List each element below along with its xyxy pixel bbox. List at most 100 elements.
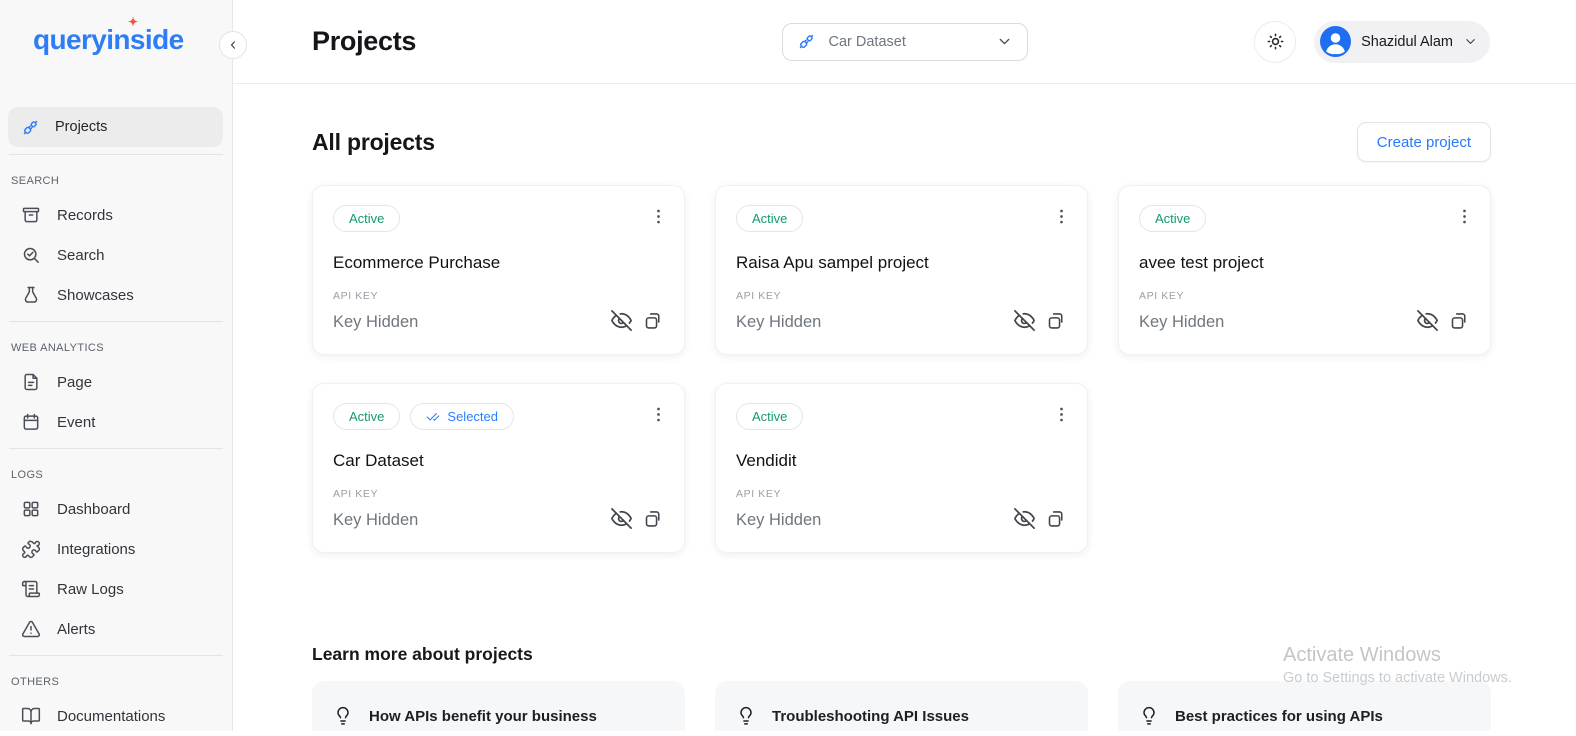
sidebar-item-showcases[interactable]: Showcases — [8, 275, 224, 315]
api-key-value: Key Hidden — [736, 511, 821, 530]
project-title: Ecommerce Purchase — [333, 253, 664, 273]
kebab-icon — [1052, 405, 1071, 424]
status-badge: Active — [736, 403, 803, 430]
toggle-key-visibility-button[interactable] — [1416, 309, 1439, 335]
create-project-button[interactable]: Create project — [1357, 122, 1491, 162]
copy-icon — [643, 310, 664, 331]
learn-card[interactable]: Best practices for using APIs — [1118, 681, 1491, 731]
sidebar-item-dashboard[interactable]: Dashboard — [8, 489, 224, 529]
project-selector-dropdown[interactable]: Car Dataset — [782, 23, 1028, 61]
toggle-key-visibility-button[interactable] — [1013, 507, 1036, 533]
project-badges: Active Selected — [333, 205, 664, 232]
learn-card-label: Best practices for using APIs — [1175, 708, 1383, 725]
eye-off-icon — [1013, 507, 1036, 530]
project-title: Car Dataset — [333, 451, 664, 471]
sidebar-item-label: Event — [57, 414, 95, 431]
project-badges: Active Selected — [333, 403, 664, 430]
toggle-key-visibility-button[interactable] — [610, 507, 633, 533]
sidebar-item-search[interactable]: Search — [8, 235, 224, 275]
project-card: Active Selected Vendidit API KEY Key Hid… — [715, 383, 1088, 553]
status-badge: Active — [333, 403, 400, 430]
api-key-value: Key Hidden — [1139, 313, 1224, 332]
sidebar-divider — [9, 448, 223, 449]
avatar — [1320, 26, 1351, 57]
project-menu-button[interactable] — [1450, 202, 1478, 234]
sidebar-item-page[interactable]: Page — [8, 362, 224, 402]
kebab-icon — [649, 207, 668, 226]
sidebar-item-label: Search — [57, 247, 105, 264]
project-menu-button[interactable] — [1047, 202, 1075, 234]
sidebar-section-label: LOGS — [0, 455, 232, 489]
sidebar-item-label: Showcases — [57, 287, 134, 304]
copy-key-button[interactable] — [1449, 310, 1470, 334]
sidebar-item-label: Records — [57, 207, 113, 224]
projects-grid: Active Selected Ecommerce Purchase API K… — [312, 185, 1491, 553]
copy-icon — [1046, 508, 1067, 529]
sidebar-divider — [9, 321, 223, 322]
page-icon — [21, 372, 41, 392]
toggle-key-visibility-button[interactable] — [610, 309, 633, 335]
sidebar-item-label: Dashboard — [57, 501, 130, 518]
status-badge: Active — [333, 205, 400, 232]
sidebar-collapse-button[interactable] — [219, 31, 247, 59]
documentations-icon — [21, 706, 41, 726]
kebab-icon — [1052, 207, 1071, 226]
api-key-label: API KEY — [333, 488, 664, 500]
plug-icon — [21, 118, 40, 137]
brand-name: queryinside — [33, 24, 184, 55]
project-title: Vendidit — [736, 451, 1067, 471]
project-title: avee test project — [1139, 253, 1470, 273]
copy-icon — [1449, 310, 1470, 331]
copy-key-button[interactable] — [1046, 310, 1067, 334]
copy-icon — [643, 508, 664, 529]
chevron-down-icon — [996, 33, 1013, 50]
sidebar-item-raw-logs[interactable]: Raw Logs — [8, 569, 224, 609]
page-title: Projects — [312, 26, 416, 57]
sidebar-item-projects[interactable]: Projects — [8, 107, 223, 147]
status-badge: Active — [1139, 205, 1206, 232]
sidebar-item-label: Documentations — [57, 708, 165, 725]
bulb-icon — [1139, 706, 1159, 726]
project-title: Raisa Apu sampel project — [736, 253, 1067, 273]
sidebar-item-label: Alerts — [57, 621, 95, 638]
copy-key-button[interactable] — [1046, 508, 1067, 532]
chevron-down-icon — [1463, 34, 1478, 49]
sidebar-divider — [9, 655, 223, 656]
sidebar-item-event[interactable]: Event — [8, 402, 224, 442]
toggle-key-visibility-button[interactable] — [1013, 309, 1036, 335]
sidebar-item-records[interactable]: Records — [8, 195, 224, 235]
header-actions: Shazidul Alam — [1254, 21, 1576, 63]
learn-card-label: Troubleshooting API Issues — [772, 708, 969, 725]
project-menu-button[interactable] — [1047, 400, 1075, 432]
eye-off-icon — [610, 507, 633, 530]
user-menu[interactable]: Shazidul Alam — [1314, 21, 1490, 63]
sidebar-item-label: Integrations — [57, 541, 135, 558]
sidebar-item-integrations[interactable]: Integrations — [8, 529, 224, 569]
sidebar-item-label: Projects — [55, 119, 107, 135]
rawlogs-icon — [21, 579, 41, 599]
copy-key-button[interactable] — [643, 508, 664, 532]
project-badges: Active Selected — [736, 403, 1067, 430]
learn-card[interactable]: How APIs benefit your business — [312, 681, 685, 731]
project-card: Active Selected Ecommerce Purchase API K… — [312, 185, 685, 355]
spark-icon: ✦ — [128, 15, 137, 29]
learn-card[interactable]: Troubleshooting API Issues — [715, 681, 1088, 731]
api-key-value: Key Hidden — [736, 313, 821, 332]
header: Projects Car Dataset Shazidul Alam — [233, 0, 1576, 84]
integrations-icon — [21, 539, 41, 559]
project-badges: Active Selected — [736, 205, 1067, 232]
sidebar-section-label: WEB ANALYTICS — [0, 328, 232, 362]
copy-key-button[interactable] — [643, 310, 664, 334]
project-menu-button[interactable] — [644, 202, 672, 234]
project-card: Active Selected Car Dataset API KEY Key … — [312, 383, 685, 553]
bulb-icon — [736, 706, 756, 726]
learn-card-label: How APIs benefit your business — [369, 708, 597, 725]
sidebar-item-documentations[interactable]: Documentations — [8, 696, 224, 736]
project-menu-button[interactable] — [644, 400, 672, 432]
theme-toggle-button[interactable] — [1254, 21, 1296, 63]
user-name: Shazidul Alam — [1361, 34, 1453, 50]
sun-icon — [1265, 31, 1286, 52]
sidebar-item-label: Raw Logs — [57, 581, 124, 598]
sidebar-item-alerts[interactable]: Alerts — [8, 609, 224, 649]
sidebar: ✦ queryinside Projects SEARCHRecordsSear… — [0, 0, 233, 731]
